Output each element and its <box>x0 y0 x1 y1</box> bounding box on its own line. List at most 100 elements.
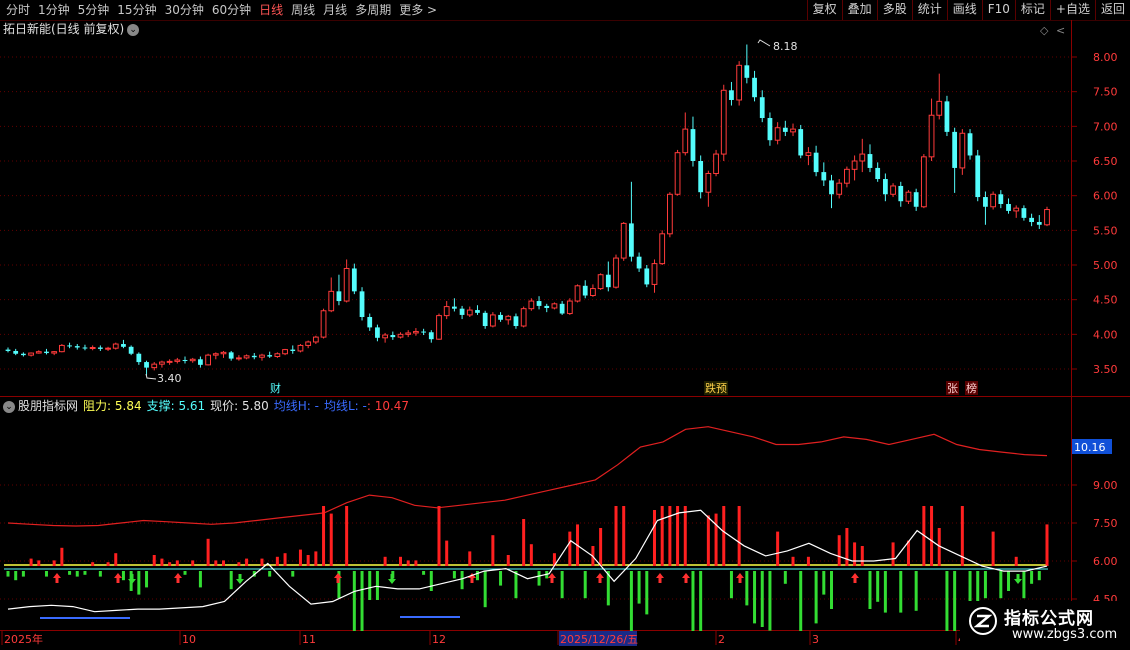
histogram-bar-down <box>1007 571 1011 591</box>
candle-body <box>713 153 719 174</box>
histogram-bar-up <box>506 555 510 566</box>
candle-body <box>159 361 165 365</box>
histogram-bar-up <box>853 542 857 566</box>
candle-body <box>498 314 503 320</box>
histogram-bar-down <box>422 571 426 575</box>
histogram-bar-up <box>221 560 225 566</box>
candle-body <box>705 172 712 193</box>
ma-value: : 10.47 <box>366 399 410 413</box>
low-pointer <box>145 373 157 380</box>
histogram-bar-down <box>876 571 880 602</box>
histogram-bar-down <box>783 571 787 584</box>
price-tick-label: 6.00 <box>1093 190 1118 203</box>
histogram-bar-down <box>560 571 564 599</box>
candle-body <box>436 315 442 340</box>
histogram-bar-up <box>860 546 864 566</box>
histogram-bar-up <box>437 506 441 566</box>
candle-body <box>566 300 573 315</box>
candle-body <box>597 274 604 290</box>
candle-body <box>605 274 611 288</box>
histogram-bar-up <box>1045 524 1049 566</box>
sell-arrow-icon <box>128 574 136 584</box>
candle-body <box>128 346 134 354</box>
candle-body <box>182 359 188 361</box>
candle-body <box>752 77 757 98</box>
time-label: 2 <box>718 633 725 646</box>
histogram-bar-up <box>599 528 603 566</box>
histogram-bar-down <box>360 571 364 631</box>
histogram-bar-down <box>75 571 79 577</box>
histogram-bar-down <box>44 571 48 577</box>
histogram-bar-down <box>352 571 356 631</box>
histogram-bar-up <box>298 549 302 566</box>
resistance-value: 阻力: 5.84 <box>83 399 142 413</box>
warning-badge: 跌预 <box>705 381 727 395</box>
candle-body <box>698 161 704 193</box>
candle-body <box>551 303 558 309</box>
price-tick-label: 5.50 <box>1093 224 1118 237</box>
histogram-bar-up <box>160 558 164 566</box>
candle-body <box>413 331 419 334</box>
histogram-bar-up <box>406 560 410 566</box>
cursor-date-label: 2025/12/26/五 <box>560 633 638 646</box>
candle-body <box>166 360 173 363</box>
candle-body <box>829 180 834 195</box>
chart-area[interactable]: 8.00 7.50 7.00 6.50 6.00 5.50 5.00 4.50 4.00 3.50… <box>0 0 1130 650</box>
histogram-bar-down <box>1037 571 1041 581</box>
histogram-bar-down <box>760 571 764 627</box>
candle-body <box>975 155 981 198</box>
candle-body <box>312 336 319 343</box>
histogram-bar-down <box>121 571 125 581</box>
candle-body <box>475 310 480 313</box>
histogram-bar-down <box>945 571 949 631</box>
candle-body <box>613 257 619 288</box>
candle-body <box>644 268 650 285</box>
candle-body <box>774 127 781 141</box>
histogram-bar-down <box>429 571 433 591</box>
histogram-bar-down <box>460 571 464 590</box>
histogram-bar-down <box>6 571 10 577</box>
histogram-bar-down <box>137 571 141 595</box>
candle-body <box>451 306 457 309</box>
histogram-bar-up <box>106 562 110 566</box>
histogram-bar-up <box>60 547 64 566</box>
histogram-bar-down <box>822 571 826 595</box>
candle-body <box>151 363 158 369</box>
candle-body <box>983 197 988 207</box>
candle-body <box>559 303 565 314</box>
candle-body <box>967 133 973 156</box>
buy-arrow-icon <box>596 573 604 583</box>
histogram-bar-down <box>914 571 918 611</box>
histogram-bar-up <box>776 531 780 566</box>
histogram-bar-down <box>830 571 834 609</box>
candle-body <box>105 347 111 350</box>
candle-body <box>844 168 850 184</box>
candle-body <box>466 309 473 316</box>
histogram-bar-down <box>691 571 695 631</box>
candle-body <box>351 268 357 292</box>
indicator-menu-icon[interactable]: ⌄ <box>3 400 15 413</box>
histogram-bar-up <box>245 558 249 566</box>
histogram-bar-up <box>283 553 287 566</box>
candle-body <box>959 132 966 169</box>
buy-arrow-icon <box>548 573 556 583</box>
histogram-bar-down <box>183 571 187 575</box>
candle-body <box>720 89 727 155</box>
candle-body <box>320 310 327 338</box>
rise-badge: 张 <box>947 382 958 395</box>
histogram-bar-down <box>499 571 503 586</box>
candle-body <box>1006 203 1011 211</box>
histogram-bar-up <box>114 553 118 566</box>
candle-body <box>421 331 426 333</box>
histogram-bar-down <box>645 571 649 615</box>
histogram-bar-up <box>991 531 995 566</box>
histogram-bar-up <box>91 562 95 566</box>
candle-body <box>920 156 927 208</box>
candle-body <box>736 64 743 101</box>
candle-body <box>782 127 788 132</box>
histogram-bar-up <box>175 560 179 566</box>
candle-body <box>205 354 211 366</box>
histogram-bar-down <box>83 571 87 575</box>
histogram-bar-up <box>522 519 526 566</box>
candle-body <box>5 349 11 351</box>
